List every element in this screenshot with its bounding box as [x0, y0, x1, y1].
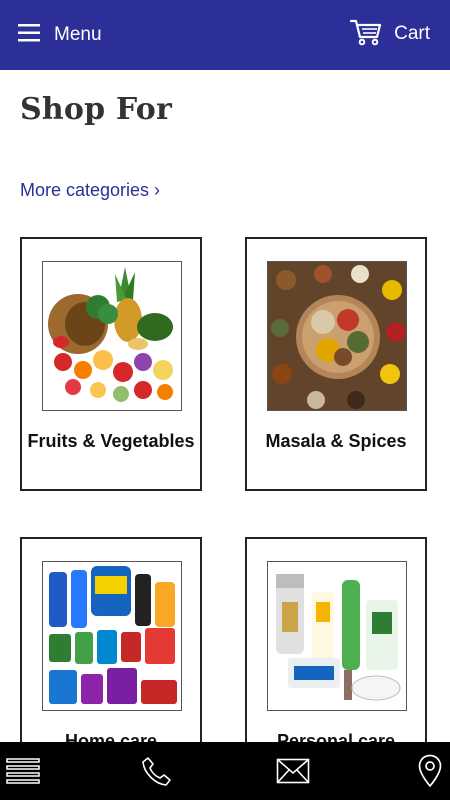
masala-spices-image	[267, 261, 407, 411]
category-label: Fruits & Vegetables	[27, 431, 195, 451]
cart-label: Cart	[394, 23, 430, 44]
personal-care-image	[267, 561, 407, 711]
page-title: Shop For	[20, 92, 172, 127]
category-label: Masala & Spices	[265, 431, 407, 451]
home-care-image	[42, 561, 182, 711]
mail-icon[interactable]	[273, 754, 313, 788]
category-card-fruits-vegetables[interactable]: Fruits & Vegetables	[20, 237, 202, 491]
cart-button[interactable]: Cart	[349, 18, 430, 51]
phone-icon[interactable]	[136, 754, 176, 788]
hamburger-icon	[18, 23, 40, 48]
menu-icon[interactable]	[3, 754, 43, 788]
fruits-vegetables-image	[42, 261, 182, 411]
top-header: Menu Cart	[0, 0, 450, 70]
menu-label: Menu	[54, 24, 102, 45]
app-page: Menu Cart Shop For More categories › Fru…	[0, 0, 450, 800]
bottom-nav-bar	[0, 742, 450, 800]
cart-icon	[349, 18, 382, 51]
more-categories-link[interactable]: More categories ›	[20, 180, 160, 201]
menu-button[interactable]: Menu	[18, 20, 102, 50]
category-card-masala-spices[interactable]: Masala & Spices	[245, 237, 427, 491]
location-pin-icon[interactable]	[410, 754, 450, 788]
